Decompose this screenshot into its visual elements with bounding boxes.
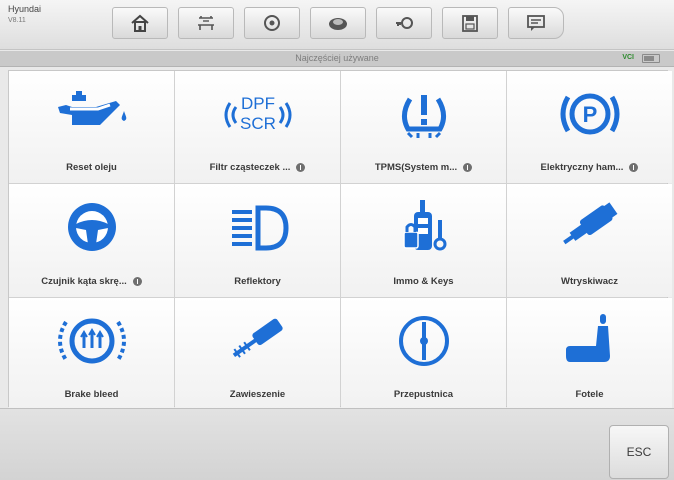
immo-keys-icon <box>384 196 464 258</box>
dpf-scr-icon: DPF SCR <box>218 83 298 145</box>
brake-bleed-icon <box>52 310 132 372</box>
tile-suspension[interactable]: Zawieszenie <box>175 297 340 410</box>
steering-wheel-icon <box>52 196 132 258</box>
tile-label: Filtr cząsteczek ... <box>181 162 334 173</box>
tile-electric-brake[interactable]: P Elektryczny ham... <box>507 71 672 184</box>
tile-label: Fotele <box>575 388 604 400</box>
svg-text:SCR: SCR <box>240 114 276 133</box>
battery-icon <box>642 54 660 63</box>
tile-label: Immo & Keys <box>393 275 454 287</box>
tile-label: Zawieszenie <box>229 388 286 400</box>
info-icon[interactable] <box>629 163 639 173</box>
subtitle-bar: Najczęściej używane VCI <box>0 51 674 67</box>
info-icon[interactable] <box>463 163 473 173</box>
top-toolbar: Hyundai V8.11 <box>0 0 674 50</box>
car-lift-icon <box>198 16 214 30</box>
message-icon <box>527 15 545 31</box>
tile-seats[interactable]: Fotele <box>507 297 672 410</box>
key-car-button[interactable] <box>376 7 432 39</box>
page-title: Najczęściej używane <box>295 53 379 63</box>
tile-oil-reset[interactable]: Reset oleju <box>9 71 174 184</box>
tile-immo-keys[interactable]: Immo & Keys <box>341 184 506 297</box>
car-lift-button[interactable] <box>178 7 234 39</box>
vehicle-make: Hyundai <box>8 4 42 14</box>
tile-tpms[interactable]: TPMS(System m... <box>341 71 506 184</box>
info-icon[interactable] <box>132 276 142 286</box>
tile-injector[interactable]: Wtryskiwacz <box>507 184 672 297</box>
svg-text:DPF: DPF <box>241 94 275 113</box>
oil-can-icon <box>52 83 132 145</box>
headlight-icon <box>218 196 298 258</box>
vehicle-info: Hyundai V8.11 <box>8 4 98 44</box>
injector-icon <box>550 196 630 258</box>
function-grid: Reset oleju DPF SCR Filtr cząsteczek ... <box>8 70 672 410</box>
tile-label: Czujnik kąta skrę... <box>15 276 168 287</box>
bottom-bar: ESC <box>0 408 674 480</box>
seat-icon <box>550 310 630 372</box>
key-car-icon <box>396 17 413 29</box>
svg-text:P: P <box>582 102 597 127</box>
tile-steering-angle[interactable]: Czujnik kąta skrę... <box>9 184 174 297</box>
car-icon <box>329 18 347 30</box>
vehicle-model: V8.11 <box>8 17 26 24</box>
save-button[interactable] <box>442 7 498 39</box>
parking-brake-icon: P <box>550 83 630 145</box>
car-button[interactable] <box>310 7 366 39</box>
settings-button[interactable] <box>244 7 300 39</box>
tile-label: Reset oleju <box>66 162 117 174</box>
vci-status: VCI <box>622 54 634 61</box>
tile-brake-bleed[interactable]: Brake bleed <box>9 297 174 410</box>
tile-headlights[interactable]: Reflektory <box>175 184 340 297</box>
tile-label: TPMS(System m... <box>347 162 500 173</box>
tile-label: Brake bleed <box>64 388 119 400</box>
tile-label: Wtryskiwacz <box>560 275 619 287</box>
tpms-icon <box>384 83 464 145</box>
info-icon[interactable] <box>296 163 306 173</box>
tile-label: Reflektory <box>234 275 281 287</box>
suspension-icon <box>218 310 298 372</box>
throttle-icon <box>384 310 464 372</box>
save-icon <box>462 15 478 32</box>
esc-button[interactable]: ESC <box>609 425 669 479</box>
home-button[interactable] <box>112 7 168 39</box>
tile-particulate-filter[interactable]: DPF SCR Filtr cząsteczek ... <box>175 71 340 184</box>
tile-throttle[interactable]: Przepustnica <box>341 297 506 410</box>
settings-icon <box>264 15 280 31</box>
home-icon <box>131 14 149 32</box>
tile-label: Elektryczny ham... <box>513 162 666 173</box>
tile-label: Przepustnica <box>393 388 454 400</box>
message-button[interactable] <box>508 7 564 39</box>
